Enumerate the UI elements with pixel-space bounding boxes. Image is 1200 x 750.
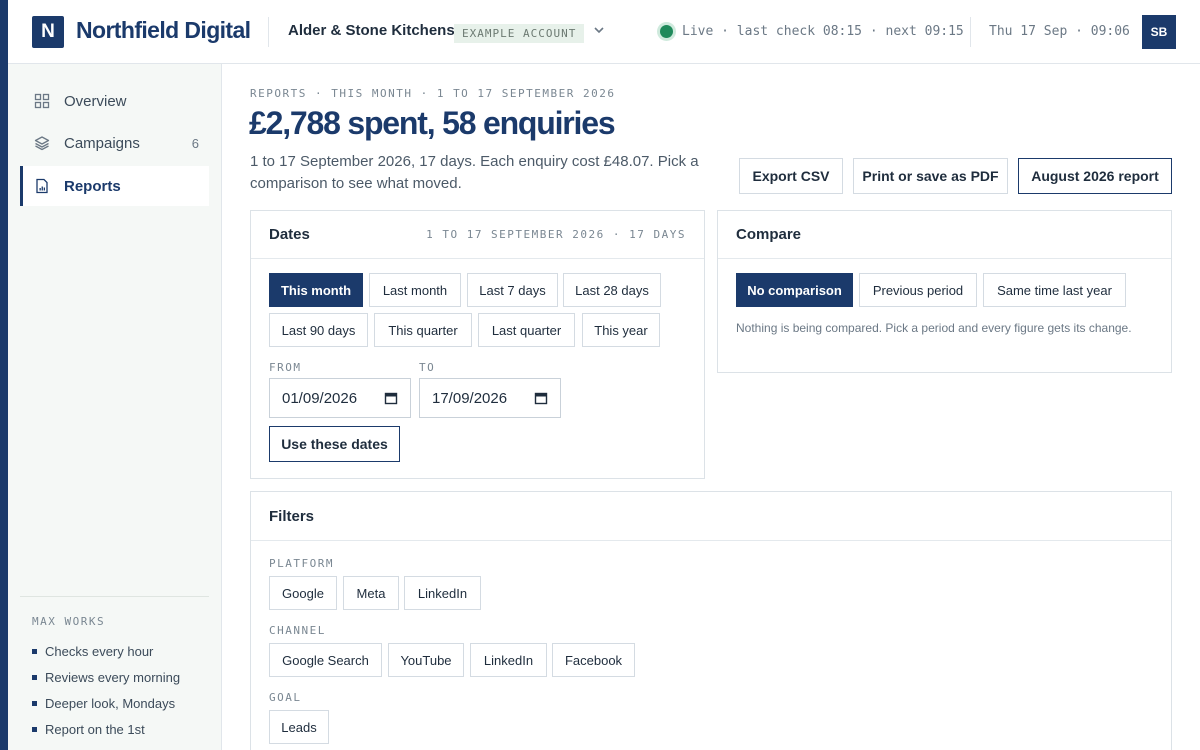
preset-this-month[interactable]: This month [269, 273, 363, 307]
use-these-dates-button[interactable]: Use these dates [269, 426, 400, 462]
preset-last-90-days[interactable]: Last 90 days [269, 313, 368, 347]
max-works-title: MAX WORKS [32, 615, 106, 628]
max-works-list: Checks every hour Reviews every morning … [32, 638, 180, 742]
preset-last-month[interactable]: Last month [369, 273, 461, 307]
chevron-down-icon[interactable] [592, 23, 606, 37]
dates-title: Dates [269, 226, 310, 243]
filter-platform-meta[interactable]: Meta [343, 576, 399, 610]
account-name[interactable]: Alder & Stone Kitchens [288, 22, 455, 39]
filter-channel-linkedin[interactable]: LinkedIn [470, 643, 547, 677]
header-divider [970, 17, 971, 47]
avatar[interactable]: SB [1142, 15, 1176, 49]
filters-panel-header: Filters [251, 492, 1171, 541]
breadcrumb: REPORTS · THIS MONTH · 1 TO 17 SEPTEMBER… [250, 87, 616, 100]
sidebar-item-reports[interactable]: Reports [20, 166, 209, 206]
compare-title: Compare [736, 226, 802, 243]
live-status-dot [660, 25, 673, 38]
filter-channel-youtube[interactable]: YouTube [388, 643, 464, 677]
campaign-count: 6 [191, 135, 199, 151]
from-date-input[interactable]: 01/09/2026 [269, 378, 411, 418]
top-bar: N Northfield Digital Alder & Stone Kitch… [8, 0, 1200, 64]
example-account-badge: EXAMPLE ACCOUNT [454, 24, 585, 43]
filter-platform-linkedin[interactable]: LinkedIn [404, 576, 481, 610]
filter-channel-google-search[interactable]: Google Search [269, 643, 382, 677]
to-date-input[interactable]: 17/09/2026 [419, 378, 561, 418]
live-status: Live · last check 08:15 · next 09:15 [682, 24, 964, 39]
goal-label: GOAL [269, 691, 302, 704]
preset-last-7-days[interactable]: Last 7 days [467, 273, 558, 307]
channel-label: CHANNEL [269, 624, 326, 637]
export-csv-button[interactable]: Export CSV [739, 158, 843, 194]
compare-previous-period[interactable]: Previous period [859, 273, 977, 307]
filter-channel-facebook[interactable]: Facebook [552, 643, 635, 677]
from-label: FROM [269, 361, 302, 374]
calendar-icon[interactable] [534, 391, 548, 405]
sidebar-item-label: Campaigns [64, 134, 140, 152]
dates-panel: Dates 1 TO 17 SEPTEMBER 2026 · 17 DAYS T… [250, 210, 705, 479]
list-item: Reviews every morning [32, 664, 180, 690]
list-item: Checks every hour [32, 638, 180, 664]
to-label: TO [419, 361, 436, 374]
dates-panel-header: Dates 1 TO 17 SEPTEMBER 2026 · 17 DAYS [251, 211, 704, 259]
sidebar-item-campaigns[interactable]: Campaigns 6 [20, 123, 209, 163]
filters-panel: Filters PLATFORM Google Meta LinkedIn CH… [250, 491, 1172, 750]
brand-name: Northfield Digital [76, 17, 251, 43]
grid-icon [34, 93, 50, 109]
sidebar-item-overview[interactable]: Overview [20, 81, 209, 121]
page-title: £2,788 spent, 58 enquiries [249, 105, 616, 141]
sidebar-item-label: Reports [64, 177, 121, 195]
compare-panel-header: Compare [718, 211, 1171, 259]
list-item: Report on the 1st [32, 716, 180, 742]
filter-goal-leads[interactable]: Leads [269, 710, 329, 744]
platform-label: PLATFORM [269, 557, 334, 570]
header-divider [268, 17, 269, 47]
page-summary: 1 to 17 September 2026, 17 days. Each en… [250, 153, 699, 192]
compare-same-time-last-year[interactable]: Same time last year [983, 273, 1126, 307]
current-datetime: Thu 17 Sep · 09:06 [989, 24, 1130, 39]
calendar-icon[interactable] [384, 391, 398, 405]
preset-last-quarter[interactable]: Last quarter [478, 313, 575, 347]
compare-none[interactable]: No comparison [736, 273, 853, 307]
preset-last-28-days[interactable]: Last 28 days [563, 273, 661, 307]
sidebar-item-label: Overview [64, 92, 127, 110]
logo-mark: N [32, 16, 64, 48]
print-pdf-button[interactable]: Print or save as PDF [853, 158, 1008, 194]
preset-this-year[interactable]: This year [582, 313, 660, 347]
august-report-button[interactable]: August 2026 report [1018, 158, 1172, 194]
compare-panel: Compare No comparison Previous period Sa… [717, 210, 1172, 373]
report-icon [36, 178, 48, 194]
accent-strip [0, 0, 8, 750]
filters-title: Filters [269, 507, 315, 525]
compare-note: Nothing is being compared. Pick a period… [736, 321, 1132, 335]
filter-platform-google[interactable]: Google [269, 576, 337, 610]
list-item: Deeper look, Mondays [32, 690, 180, 716]
sidebar: Overview Campaigns 6 Reports MAX WORKS C… [8, 64, 222, 750]
layers-icon [34, 136, 50, 151]
preset-this-quarter[interactable]: This quarter [374, 313, 472, 347]
sidebar-divider [20, 596, 209, 597]
dates-range-meta: 1 TO 17 SEPTEMBER 2026 · 17 DAYS [426, 228, 686, 241]
